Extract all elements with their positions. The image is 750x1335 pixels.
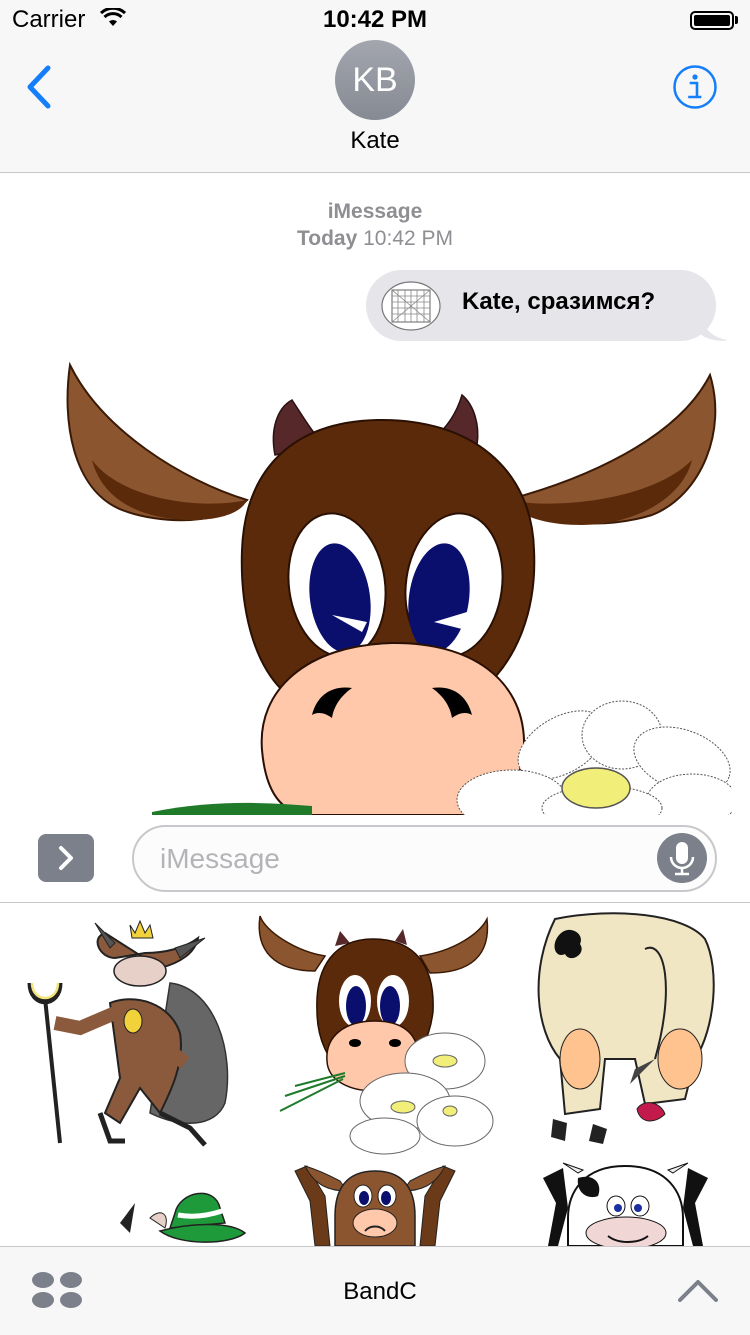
- contact-name[interactable]: Kate: [0, 127, 750, 155]
- sticker-bull-arms-up[interactable]: [285, 1161, 465, 1246]
- dictation-button[interactable]: [657, 833, 707, 883]
- chevron-up-icon[interactable]: [676, 1276, 720, 1304]
- sticker-king-bull[interactable]: [20, 913, 240, 1153]
- message-timestamp: Today 10:42 PM: [0, 227, 750, 251]
- timestamp-time: 10:42 PM: [363, 227, 454, 250]
- cow-with-daisy-sticker[interactable]: [62, 360, 732, 815]
- sticker-spotted-cow[interactable]: [538, 1158, 713, 1246]
- battery-icon: [690, 11, 734, 30]
- back-chevron-icon[interactable]: [24, 62, 64, 112]
- timestamp-day: Today: [296, 227, 358, 250]
- service-label: iMessage: [327, 200, 423, 223]
- sticker-cow-daisy[interactable]: [255, 911, 495, 1156]
- chevron-right-icon: [59, 846, 73, 870]
- message-text: Kate, сразимся?: [462, 288, 656, 315]
- expand-apps-button[interactable]: [38, 834, 94, 882]
- sticker-cow-behind[interactable]: [525, 909, 725, 1154]
- battle-grid-thumbnail: [381, 281, 441, 331]
- sticker-browser: [0, 903, 750, 1246]
- status-time: 10:42 PM: [322, 6, 428, 33]
- status-bar: Carrier 10:42 PM: [0, 0, 750, 40]
- battery-tip: [735, 16, 738, 24]
- app-name-label: BandC: [343, 1278, 417, 1305]
- contact-avatar[interactable]: KB: [335, 40, 415, 120]
- bubble-tail: [700, 316, 728, 341]
- message-input[interactable]: [132, 825, 717, 892]
- microphone-icon: [669, 842, 695, 876]
- sticker-green-hat-cow[interactable]: [100, 1173, 260, 1246]
- info-icon[interactable]: [672, 64, 718, 110]
